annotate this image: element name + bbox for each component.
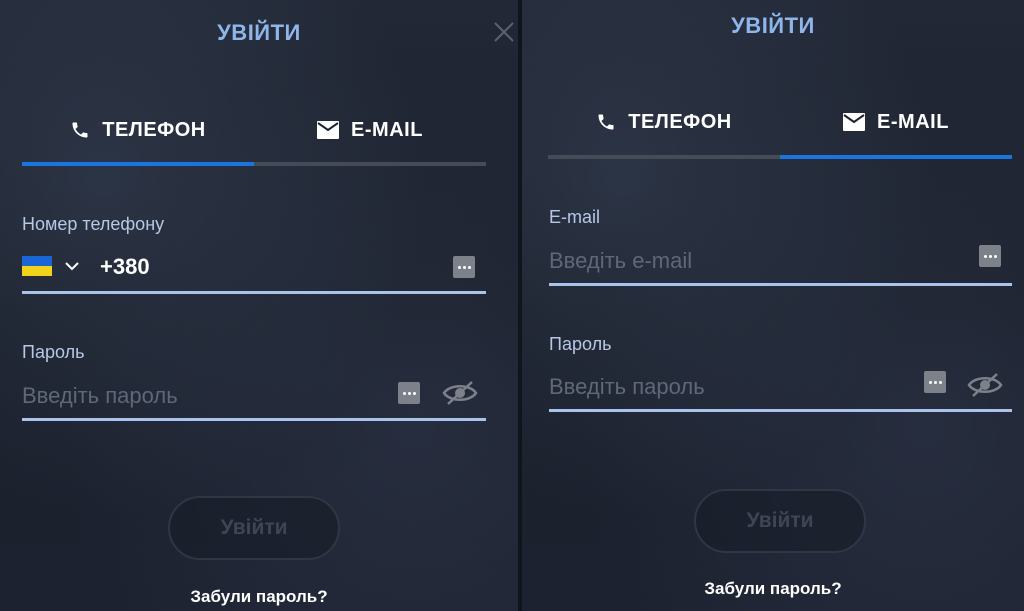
email-input[interactable]: [549, 241, 949, 281]
more-options-icon[interactable]: [398, 382, 420, 404]
tab-email-label: E-MAIL: [877, 110, 949, 133]
phone-icon: [70, 120, 90, 140]
phone-icon: [596, 112, 616, 132]
tab-email[interactable]: E-MAIL: [254, 112, 486, 148]
login-button[interactable]: Увійти: [168, 496, 340, 560]
mail-icon: [317, 121, 340, 139]
password-label: Пароль: [22, 342, 85, 362]
close-icon: [494, 22, 514, 42]
tab-email[interactable]: E-MAIL: [780, 104, 1012, 140]
tab-phone[interactable]: ТЕЛЕФОН: [548, 104, 780, 140]
more-options-icon[interactable]: [979, 245, 1001, 267]
email-label: E-mail: [549, 207, 601, 227]
password-input[interactable]: [549, 367, 909, 407]
tab-indicator-inactive: [254, 162, 486, 166]
tab-indicator-inactive: [548, 155, 780, 159]
password-field-underline: [549, 409, 1012, 412]
chevron-down-icon[interactable]: [64, 258, 80, 274]
login-panel-phone: УВІЙТИ ТЕЛЕФОН E-MAIL Номер телефону +38…: [0, 0, 518, 611]
phone-input[interactable]: [160, 247, 440, 287]
eye-off-icon[interactable]: [967, 372, 1003, 398]
login-button[interactable]: Увійти: [694, 489, 866, 553]
mail-icon: [843, 113, 866, 131]
more-options-icon[interactable]: [453, 256, 475, 278]
ukraine-flag-icon[interactable]: [22, 256, 52, 276]
tab-email-label: E-MAIL: [351, 118, 423, 141]
tab-phone-label: ТЕЛЕФОН: [102, 118, 206, 141]
password-field-underline: [22, 418, 486, 421]
tab-phone-label: ТЕЛЕФОН: [628, 110, 732, 133]
tab-indicator-active: [780, 155, 1012, 159]
email-field-underline: [549, 283, 1012, 286]
forgot-password-link[interactable]: Забули пароль?: [522, 579, 1024, 599]
more-options-icon[interactable]: [924, 371, 946, 393]
dialog-title: УВІЙТИ: [217, 20, 301, 45]
forgot-password-link[interactable]: Забули пароль?: [0, 587, 518, 607]
password-label: Пароль: [549, 334, 612, 354]
phone-field-underline: [22, 291, 486, 294]
login-panel-email: УВІЙТИ ТЕЛЕФОН E-MAIL E-mail Пароль: [522, 0, 1024, 611]
close-button[interactable]: [492, 20, 516, 44]
tab-indicator-active: [22, 162, 254, 166]
dialog-title: УВІЙТИ: [731, 13, 815, 38]
tab-phone[interactable]: ТЕЛЕФОН: [22, 112, 254, 148]
phone-label: Номер телефону: [22, 214, 165, 234]
eye-off-icon[interactable]: [442, 380, 478, 406]
password-input[interactable]: [22, 376, 382, 416]
phone-prefix: +380: [100, 254, 150, 279]
